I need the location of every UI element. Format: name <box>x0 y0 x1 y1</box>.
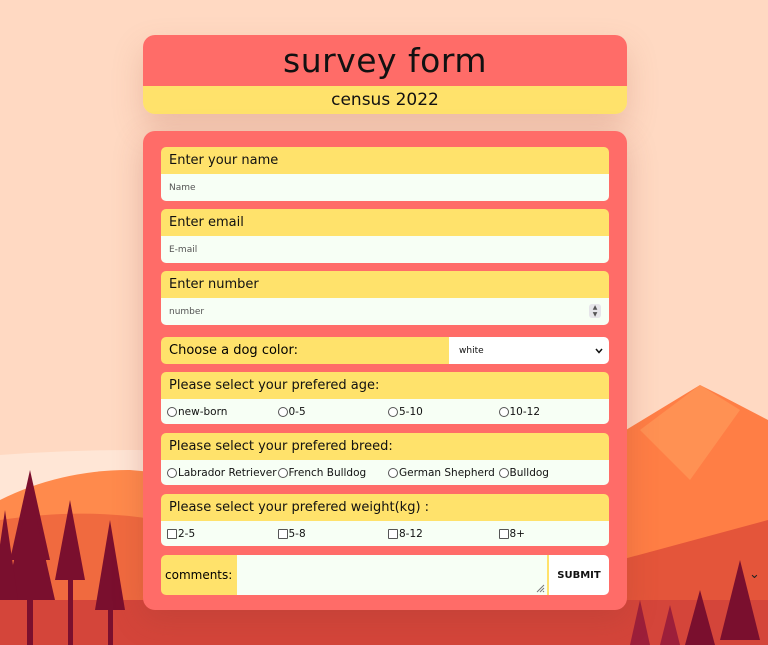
weight-option[interactable]: 8+ <box>498 528 610 540</box>
breed-field: Please select your prefered breed: Labra… <box>161 433 609 485</box>
email-field: Enter email <box>161 209 609 263</box>
radio-button[interactable] <box>388 406 398 417</box>
comments-textarea[interactable] <box>237 555 549 595</box>
comments-row: comments: SUBMIT <box>161 555 609 595</box>
name-input[interactable] <box>161 173 609 201</box>
number-field: Enter number ▲▼ <box>161 271 609 325</box>
dog-color-row: Choose a dog color: white <box>161 337 609 364</box>
age-option[interactable]: new-born <box>167 406 278 418</box>
number-label: Enter number <box>161 271 609 298</box>
radio-button[interactable] <box>277 406 288 417</box>
page-subtitle: census 2022 <box>143 86 627 114</box>
weight-option[interactable]: 2-5 <box>167 528 278 540</box>
checkbox[interactable] <box>498 528 509 539</box>
checkbox[interactable] <box>277 528 288 539</box>
checkbox[interactable] <box>167 528 177 539</box>
breed-option[interactable]: German Shepherd <box>388 467 499 479</box>
weight-field: Please select your prefered weight(kg) :… <box>161 494 609 546</box>
submit-button[interactable]: SUBMIT <box>549 555 609 595</box>
survey-form: Enter your name Enter email Enter number… <box>143 131 627 610</box>
age-field: Please select your prefered age: new-bor… <box>161 372 609 424</box>
resize-handle-icon[interactable] <box>535 583 545 593</box>
weight-label: Please select your prefered weight(kg) : <box>161 494 609 521</box>
page-title: survey form <box>143 35 627 86</box>
email-label: Enter email <box>161 209 609 236</box>
age-option[interactable]: 10-12 <box>498 406 610 418</box>
radio-button[interactable] <box>167 467 177 478</box>
age-option[interactable]: 0-5 <box>277 406 389 418</box>
number-spinner-icon[interactable]: ▲ ▼ <box>589 304 601 318</box>
dog-color-select[interactable]: white <box>449 337 609 364</box>
dog-color-label: Choose a dog color: <box>161 337 449 364</box>
form-header: survey form census 2022 <box>143 35 627 114</box>
email-input[interactable] <box>161 235 609 263</box>
breed-option[interactable]: Bulldog <box>498 467 610 479</box>
radio-button[interactable] <box>498 406 509 417</box>
breed-option[interactable]: French Bulldog <box>277 467 389 479</box>
breed-label: Please select your prefered breed: <box>161 433 609 460</box>
radio-button[interactable] <box>498 467 509 478</box>
weight-option[interactable]: 5-8 <box>277 528 389 540</box>
radio-button[interactable] <box>277 467 288 478</box>
comments-label: comments: <box>161 555 237 595</box>
age-label: Please select your prefered age: <box>161 372 609 399</box>
checkbox[interactable] <box>388 528 398 539</box>
chevron-down-icon: ⌄ <box>749 567 760 582</box>
breed-option[interactable]: Labrador Retriever <box>167 467 278 479</box>
dog-color-selected: white <box>459 345 484 356</box>
radio-button[interactable] <box>167 406 177 417</box>
weight-option[interactable]: 8-12 <box>388 528 499 540</box>
number-input[interactable] <box>161 297 609 325</box>
name-label: Enter your name <box>161 147 609 174</box>
age-option[interactable]: 5-10 <box>388 406 499 418</box>
chevron-down-icon <box>595 348 603 354</box>
name-field: Enter your name <box>161 147 609 201</box>
radio-button[interactable] <box>388 467 398 478</box>
